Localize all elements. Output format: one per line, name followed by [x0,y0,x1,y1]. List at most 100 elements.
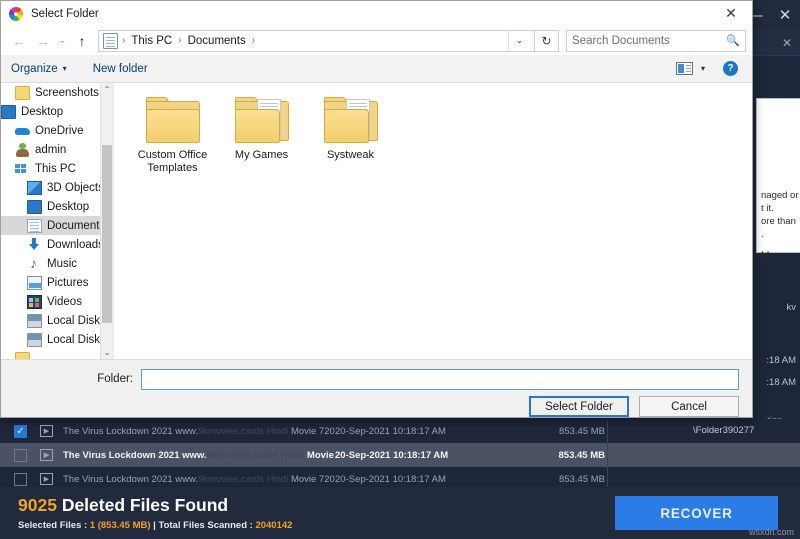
bg-time-fragment-1: :18 AM [766,355,796,366]
scrollbar-thumb[interactable] [102,145,112,323]
bg-popup-line-2: t it. [761,203,774,214]
desktop-icon [1,104,16,119]
forward-icon[interactable]: → [31,29,55,53]
folder-icon [323,97,378,143]
sidebar-item-desktop[interactable]: Desktop [1,197,113,216]
back-icon[interactable]: ← [7,29,31,53]
disk-icon [27,313,42,328]
file-list-pane[interactable]: Custom Office Templates My Games Systwea… [114,83,752,359]
downloads-icon [27,237,42,252]
recover-button[interactable]: RECOVER [615,496,778,530]
dialog-titlebar: Select Folder ✕ [1,1,752,26]
help-icon[interactable]: ? [723,61,738,76]
scroll-up-icon[interactable]: ⌃ [101,83,113,96]
sidebar-item-label: Desktop [47,200,90,213]
bg-popup-line-5: ble. [761,250,778,261]
video-file-icon: ▶ [40,449,53,461]
folder-input[interactable] [141,368,739,390]
search-icon: 🔍 [726,35,740,47]
recent-locations-chevron-down-icon[interactable]: ⌄ [55,29,70,53]
folder-icon [15,351,30,359]
user-icon [15,142,30,157]
sidebar-item-onedrive[interactable]: OneDrive [1,121,113,140]
dialog-body: Screenshots Desktop OneDrive admin This … [1,83,752,359]
view-chevron-down-icon[interactable]: ▾ [701,64,705,73]
cancel-button[interactable]: Cancel [639,396,739,417]
row-checkbox[interactable]: ✓ [14,424,27,438]
bg-file-location: \Folder390277 [693,425,755,436]
onedrive-icon [15,124,30,138]
breadcrumb-documents[interactable]: Documents [188,35,246,47]
address-breadcrumb-box[interactable]: › This PC › Documents › ⌄ [98,29,535,52]
bg-popup-line-3: ore than [761,216,796,227]
new-folder-button[interactable]: New folder [93,63,148,75]
dialog-footer: Folder: Select Folder Cancel [1,359,752,417]
sidebar-item-pictures[interactable]: Pictures [1,273,113,292]
row-filename: The Virus Lockdown 2021 www.9kmovies.car… [63,473,335,485]
sidebar-item-admin[interactable]: admin [1,140,113,159]
music-icon [27,255,42,271]
sidebar-item-desktop-root[interactable]: Desktop [1,102,113,121]
bg-panel-divider [607,420,608,487]
folder-label: Custom Office Templates [137,149,208,174]
folder-item-systweak[interactable]: Systweak [306,97,395,175]
up-icon[interactable]: ↑ [70,29,94,53]
row-checkbox[interactable] [14,448,27,462]
sidebar-item-partial[interactable] [1,349,113,359]
row-date: 20-Sep-2021 10:18:17 AM [335,449,449,461]
sidebar-item-label: 3D Objects [47,181,104,194]
folder-field-label: Folder: [97,373,133,385]
close-icon[interactable]: ✕ [710,1,752,26]
organize-button[interactable]: Organize ▾ [11,63,67,75]
scroll-down-icon[interactable]: ⌄ [101,346,113,359]
search-input[interactable] [572,34,727,47]
sidebar-item-label: Desktop [21,105,64,118]
sidebar-item-label: Music [47,257,78,270]
folder-item-my-games[interactable]: My Games [217,97,306,175]
folder-label: My Games [234,149,289,161]
dialog-button-row: Select Folder Cancel [529,396,739,417]
sidebar-item-label: Downloads [47,238,104,251]
bg-status-bar: 9025 Deleted Files Found Selected Files … [0,487,800,539]
sidebar-item-videos[interactable]: Videos [1,292,113,311]
folder-icon [145,97,200,143]
sidebar-item-this-pc[interactable]: This PC [1,159,113,178]
breadcrumb-this-pc[interactable]: This PC [131,35,172,47]
documents-icon [27,218,42,233]
select-folder-button[interactable]: Select Folder [529,396,629,417]
video-file-icon: ▶ [40,425,53,437]
deleted-files-found-label: 9025 Deleted Files Found [18,495,229,515]
change-view-icon[interactable] [675,62,693,75]
sidebar-item-documents[interactable]: Documents [1,216,113,235]
this-pc-icon [15,162,30,176]
row-checkbox[interactable] [14,472,27,486]
sidebar-item-screenshots[interactable]: Screenshots [1,83,113,102]
sidebar-item-3d-objects[interactable]: 3D Objects [1,178,113,197]
folder-item-custom-office-templates[interactable]: Custom Office Templates [128,97,217,175]
refresh-icon[interactable]: ↻ [535,29,559,52]
search-box[interactable]: 🔍 [566,29,746,52]
table-row[interactable]: ✓ ▶ The Virus Lockdown 2021 www.9kmovies… [0,419,800,443]
sidebar-item-downloads[interactable]: Downloads [1,235,113,254]
chevron-down-icon: ▾ [62,64,67,73]
organize-label: Organize [11,62,58,75]
address-dropdown-chevron-down-icon[interactable]: ⌄ [508,29,530,52]
folder-label: Systweak [326,149,375,161]
sidebar-item-label: admin [35,143,67,156]
row-size: 853.45 MB [559,473,605,485]
table-row[interactable]: ▶ The Virus Lockdown 2021 www.9kmovies.c… [0,443,800,467]
bg-close-button[interactable]: ✕ [770,0,800,30]
disk-icon [27,332,42,347]
sidebar-item-local-disk-d[interactable]: Local Disk (D:) [1,330,113,349]
dialog-title: Select Folder [31,7,99,20]
bg-subbar-close-icon[interactable]: ✕ [774,30,800,56]
watermark: wsxdn.com [748,527,794,537]
breadcrumb-separator: › [178,35,182,46]
folder-icon [15,85,30,100]
bg-file-ext-fragment: kv [786,302,797,313]
sidebar-item-music[interactable]: Music [1,254,113,273]
desktop-icon [27,199,42,214]
navigation-pane-scrollbar[interactable]: ⌃ ⌄ [100,83,113,359]
row-size: 853.45 MB [559,425,605,437]
sidebar-item-local-disk-c[interactable]: Local Disk (C:) [1,311,113,330]
